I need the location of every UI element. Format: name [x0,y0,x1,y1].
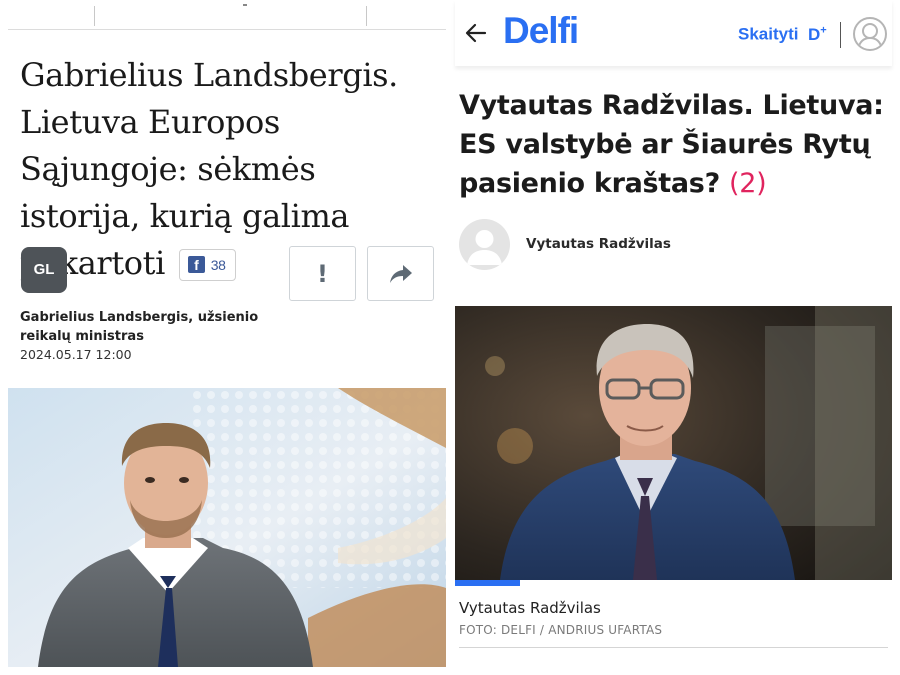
photo-caption: Vytautas Radžvilas [459,599,601,617]
left-top-bar [8,0,446,30]
header-divider [840,22,841,48]
left-article-photo[interactable] [8,388,446,667]
right-title-text: Vytautas Radžvilas. Lietuva: ES valstybė… [459,90,884,199]
photo-accent-bar [455,580,520,586]
portrait-photo-radzvilas [455,306,892,580]
dplus-label: D+ [807,24,827,44]
portrait-photo-landsbergis [8,388,446,667]
facebook-share-count: 38 [210,256,226,273]
right-article-photo[interactable] [455,306,892,580]
share-button[interactable] [367,246,434,301]
report-button-label: ! [317,259,328,288]
left-publish-date: 2024.05.17 12:00 [20,347,132,362]
right-article-panel: Delfi Skaityti D+ Vytautas Radžvilas. Li… [455,0,900,675]
read-dplus-link[interactable]: Skaityti D+ [738,24,827,45]
back-arrow-icon[interactable] [465,22,487,44]
comment-count-link[interactable]: (2) [729,168,767,199]
facebook-icon: f [187,256,205,273]
delfi-header: Delfi Skaityti D+ [455,0,892,66]
read-link-label: Skaityti [738,24,799,44]
topbar-divider [94,6,95,26]
author-avatar-placeholder[interactable] [459,219,510,270]
right-article-title: Vytautas Radžvilas. Lietuva: ES valstybė… [459,86,889,203]
user-silhouette-icon [857,23,883,49]
topbar-marker [243,4,247,6]
author-avatar[interactable]: GL [21,247,67,293]
facebook-share-badge[interactable]: f 38 [178,248,236,281]
report-button[interactable]: ! [289,246,356,301]
user-icon[interactable] [853,17,887,51]
topbar-divider [366,6,367,26]
left-article-panel: Gabrielius Landsbergis. Lietuva Europos … [0,0,448,675]
avatar-placeholder-icon [467,230,502,265]
photo-credit: FOTO: DELFI / ANDRIUS UFARTAS [459,623,663,637]
delfi-logo[interactable]: Delfi [503,10,579,52]
share-arrow-icon [389,264,412,283]
left-author-name[interactable]: Gabrielius Landsbergis, užsienio reikalų… [20,308,280,346]
caption-divider [459,647,888,648]
right-author-name[interactable]: Vytautas Radžvilas [526,236,671,252]
